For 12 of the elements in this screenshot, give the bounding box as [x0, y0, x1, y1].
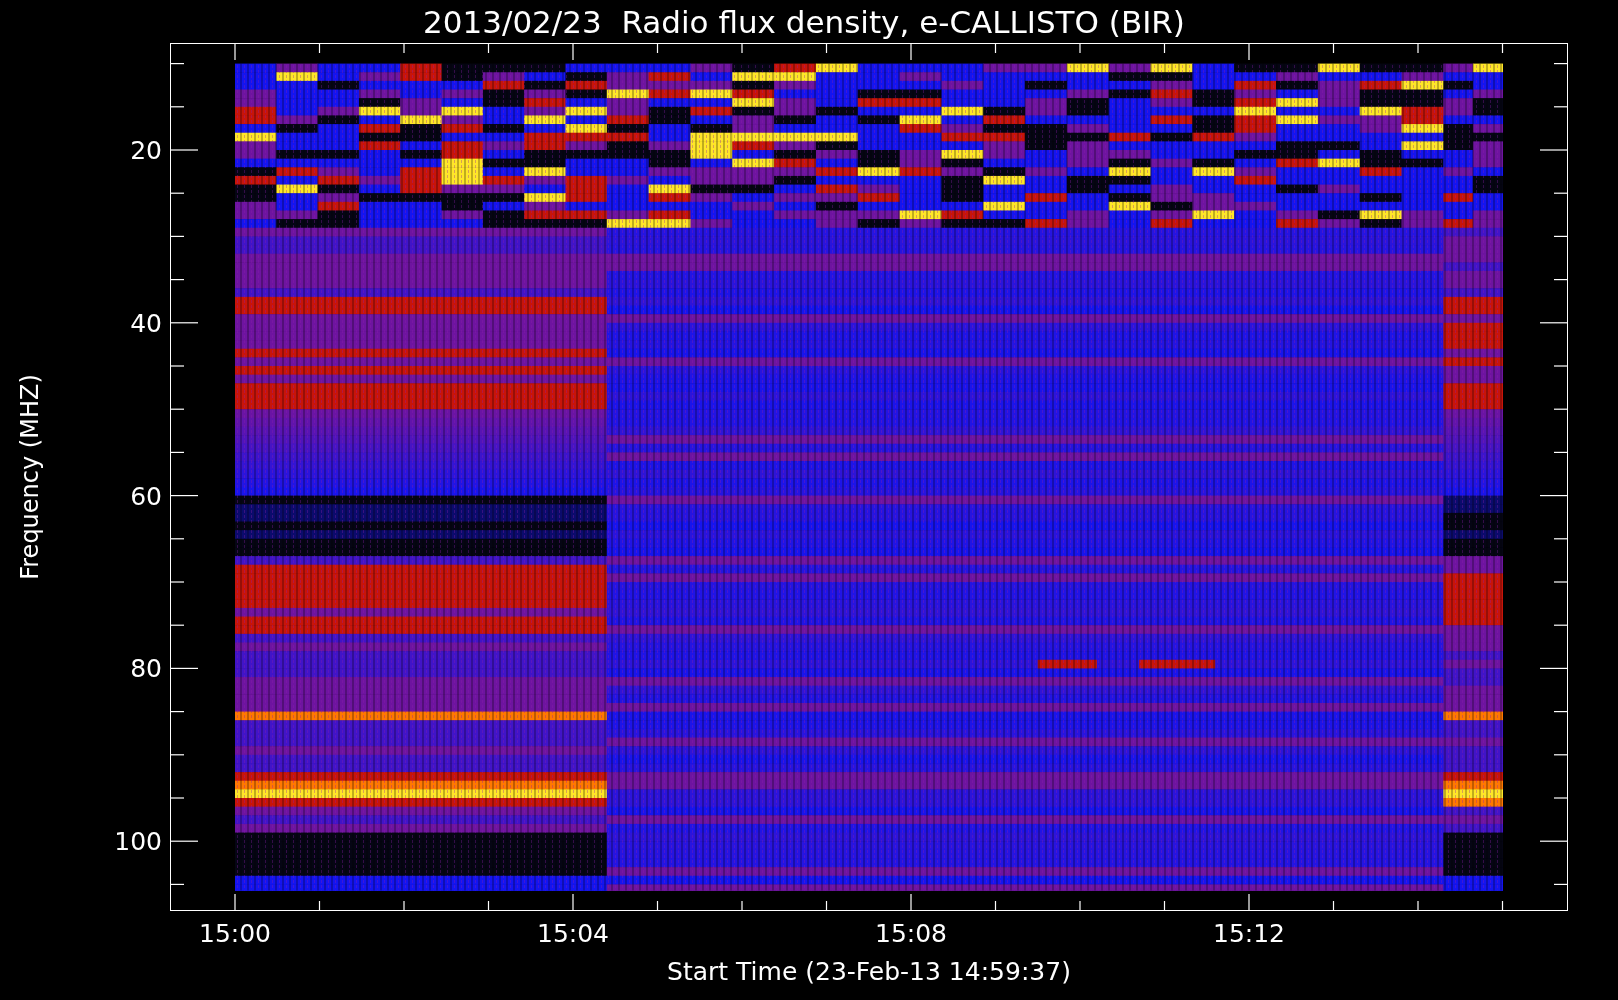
x-axis-label: Start Time (23-Feb-13 14:59:37) [667, 957, 1071, 988]
x-tick-label: 15:00 [199, 919, 271, 948]
y-tick-label: 80 [130, 653, 162, 683]
x-tick-label: 15:12 [1213, 919, 1285, 948]
y-tick-label: 100 [114, 826, 162, 856]
x-tick-label: 15:04 [537, 919, 609, 948]
chart-title: 2013/02/23 Radio flux density, e-CALLISTO (BIR) [422, 2, 1186, 42]
y-axis-label: Frequency (MHZ) [16, 374, 44, 580]
y-tick-label: 60 [130, 481, 162, 511]
y-tick-label: 20 [130, 135, 162, 165]
y-tick-label: 40 [130, 308, 162, 338]
x-tick-label: 15:08 [875, 919, 947, 948]
